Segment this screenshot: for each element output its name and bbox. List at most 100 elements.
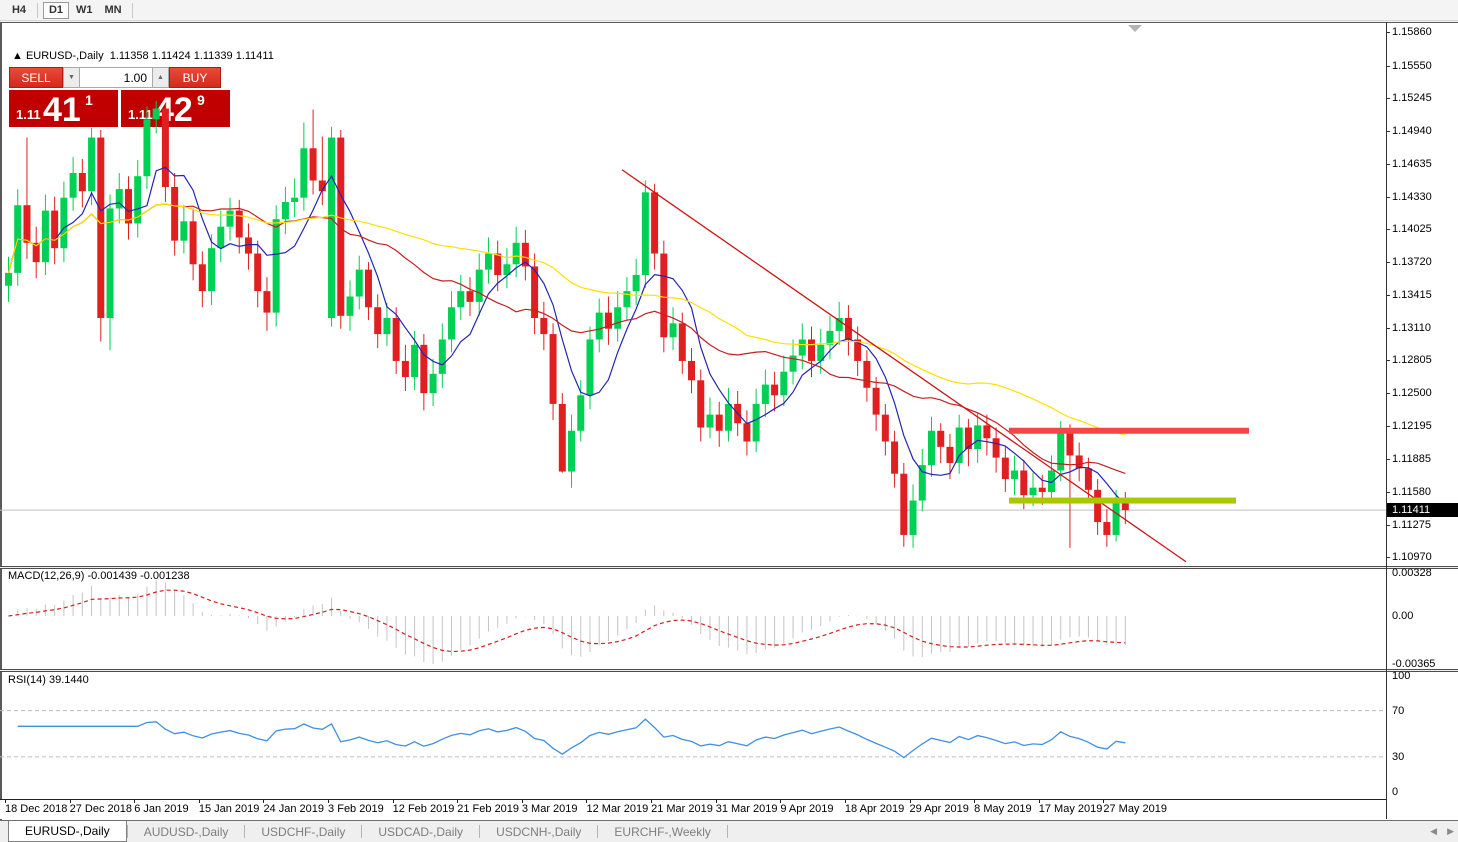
date-axis-tick (845, 800, 846, 803)
tab-scroll-right-icon[interactable]: ▶ (1447, 826, 1454, 836)
timeframe-button-mn[interactable]: MN (100, 2, 127, 19)
price-axis-label: 1.14940 (1392, 125, 1432, 137)
tab-audusd-daily[interactable]: AUDUSD-,Daily (128, 822, 245, 842)
date-axis-tick (328, 800, 329, 803)
date-axis-tick (974, 800, 975, 803)
date-axis-tick (780, 800, 781, 803)
timeframe-toolbar: H4 D1W1MN (0, 0, 1458, 21)
date-axis-label: 29 Apr 2019 (910, 803, 969, 815)
symbol-tab-bar: EURUSD-,DailyAUDUSD-,DailyUSDCHF-,DailyU… (0, 820, 1458, 842)
timeframe-button-d1[interactable]: D1 (43, 2, 69, 19)
date-axis-tick (199, 800, 200, 803)
tab-usdchf-daily[interactable]: USDCHF-,Daily (245, 822, 361, 842)
timeframe-button-h4[interactable]: H4 (6, 2, 32, 19)
tab-usdcnh-daily[interactable]: USDCNH-,Daily (480, 822, 597, 842)
price-axis-label: 1.11885 (1392, 453, 1431, 465)
date-axis-label: 3 Feb 2019 (328, 803, 384, 815)
rsi-axis-label: 30 (1392, 751, 1404, 763)
date-axis-label: 27 May 2019 (1103, 803, 1167, 815)
price-axis-tick (1386, 426, 1390, 427)
date-axis-tick (910, 800, 911, 803)
price-axis-tick (1386, 557, 1390, 558)
timeframe-button-w1[interactable]: W1 (71, 2, 98, 19)
date-axis-label: 31 Mar 2019 (716, 803, 778, 815)
date-axis-tick (393, 800, 394, 803)
tab-scroll-left-icon[interactable]: ◀ (1430, 826, 1437, 836)
price-axis-tick (1386, 393, 1390, 394)
rsi-axis-label: 0 (1392, 786, 1398, 798)
toolbar-separator (132, 3, 133, 18)
price-axis-tick (1386, 328, 1390, 329)
price-axis-tick (1386, 360, 1390, 361)
rsi-chart-canvas[interactable] (0, 671, 1386, 799)
date-axis-label: 27 Dec 2018 (70, 803, 132, 815)
macd-axis-label: 0.00 (1392, 610, 1413, 622)
tab-scrollers: ◀ ▶ (1430, 826, 1454, 836)
price-axis-label: 1.14025 (1392, 223, 1432, 235)
price-axis-label: 1.12195 (1392, 420, 1432, 432)
price-axis-tick (1386, 459, 1390, 460)
date-axis-label: 21 Mar 2019 (651, 803, 713, 815)
date-axis-tick (1039, 800, 1040, 803)
main-chart-canvas[interactable] (0, 28, 1386, 566)
price-axis-label: 1.15245 (1392, 92, 1432, 104)
tab-separator (727, 825, 728, 838)
macd-axis-label: 0.00328 (1392, 567, 1432, 579)
price-axis-label: 1.14330 (1392, 191, 1432, 203)
date-axis-label: 8 May 2019 (974, 803, 1031, 815)
tab-eurusd-daily[interactable]: EURUSD-,Daily (8, 821, 127, 842)
price-axis-tick (1386, 131, 1390, 132)
date-axis-label: 3 Mar 2019 (522, 803, 578, 815)
price-axis-tick (1386, 98, 1390, 99)
date-axis-label: 18 Apr 2019 (845, 803, 904, 815)
date-axis-label: 18 Dec 2018 (5, 803, 67, 815)
price-axis-tick (1386, 262, 1390, 263)
date-axis-label: 9 Apr 2019 (780, 803, 833, 815)
toolbar-separator (37, 3, 38, 18)
date-axis-label: 6 Jan 2019 (134, 803, 188, 815)
price-axis-label: 1.11580 (1392, 486, 1431, 498)
date-axis-label: 12 Feb 2019 (393, 803, 455, 815)
macd-axis-label: -0.00365 (1392, 658, 1435, 670)
price-axis-label: 1.12805 (1392, 354, 1432, 366)
price-axis-label: 1.14635 (1392, 158, 1432, 170)
date-axis-tick (716, 800, 717, 803)
rsi-axis-label: 70 (1392, 705, 1404, 717)
price-axis-label: 1.13720 (1392, 256, 1432, 268)
price-axis-tick (1386, 32, 1390, 33)
price-axis-tick (1386, 295, 1390, 296)
current-price-tag: 1.11411 (1387, 503, 1458, 517)
date-axis-label: 15 Jan 2019 (199, 803, 260, 815)
price-axis-label: 1.15550 (1392, 60, 1432, 72)
date-axis-label: 24 Jan 2019 (263, 803, 324, 815)
price-axis-label: 1.13415 (1392, 289, 1432, 301)
date-axis-tick (1103, 800, 1104, 803)
price-axis-tick (1386, 492, 1390, 493)
date-axis-label: 21 Feb 2019 (457, 803, 519, 815)
tab-usdcad-daily[interactable]: USDCAD-,Daily (362, 822, 479, 842)
price-axis-divider (1386, 22, 1387, 819)
price-axis-tick (1386, 525, 1390, 526)
date-axis-label: 12 Mar 2019 (586, 803, 648, 815)
price-axis-label: 1.11275 (1392, 519, 1431, 531)
date-axis-tick (586, 800, 587, 803)
price-axis-tick (1386, 197, 1390, 198)
price-axis-label: 1.12500 (1392, 387, 1432, 399)
price-axis-tick (1386, 164, 1390, 165)
date-axis-tick (457, 800, 458, 803)
price-axis-label: 1.10970 (1392, 551, 1432, 563)
price-axis-label: 1.15860 (1392, 26, 1432, 38)
macd-chart-canvas[interactable] (0, 568, 1386, 669)
date-axis-label: 17 May 2019 (1039, 803, 1103, 815)
price-axis-tick (1386, 229, 1390, 230)
date-axis-tick (651, 800, 652, 803)
tab-eurchf-weekly[interactable]: EURCHF-,Weekly (598, 822, 726, 842)
price-axis-tick (1386, 66, 1390, 67)
date-axis-tick (134, 800, 135, 803)
date-axis-tick (70, 800, 71, 803)
date-axis-tick (263, 800, 264, 803)
date-axis: 18 Dec 201827 Dec 20186 Jan 2019 15 Jan 2… (0, 799, 1386, 819)
date-axis-tick (522, 800, 523, 803)
date-axis-tick (5, 800, 6, 803)
price-axis-label: 1.13110 (1392, 322, 1431, 334)
